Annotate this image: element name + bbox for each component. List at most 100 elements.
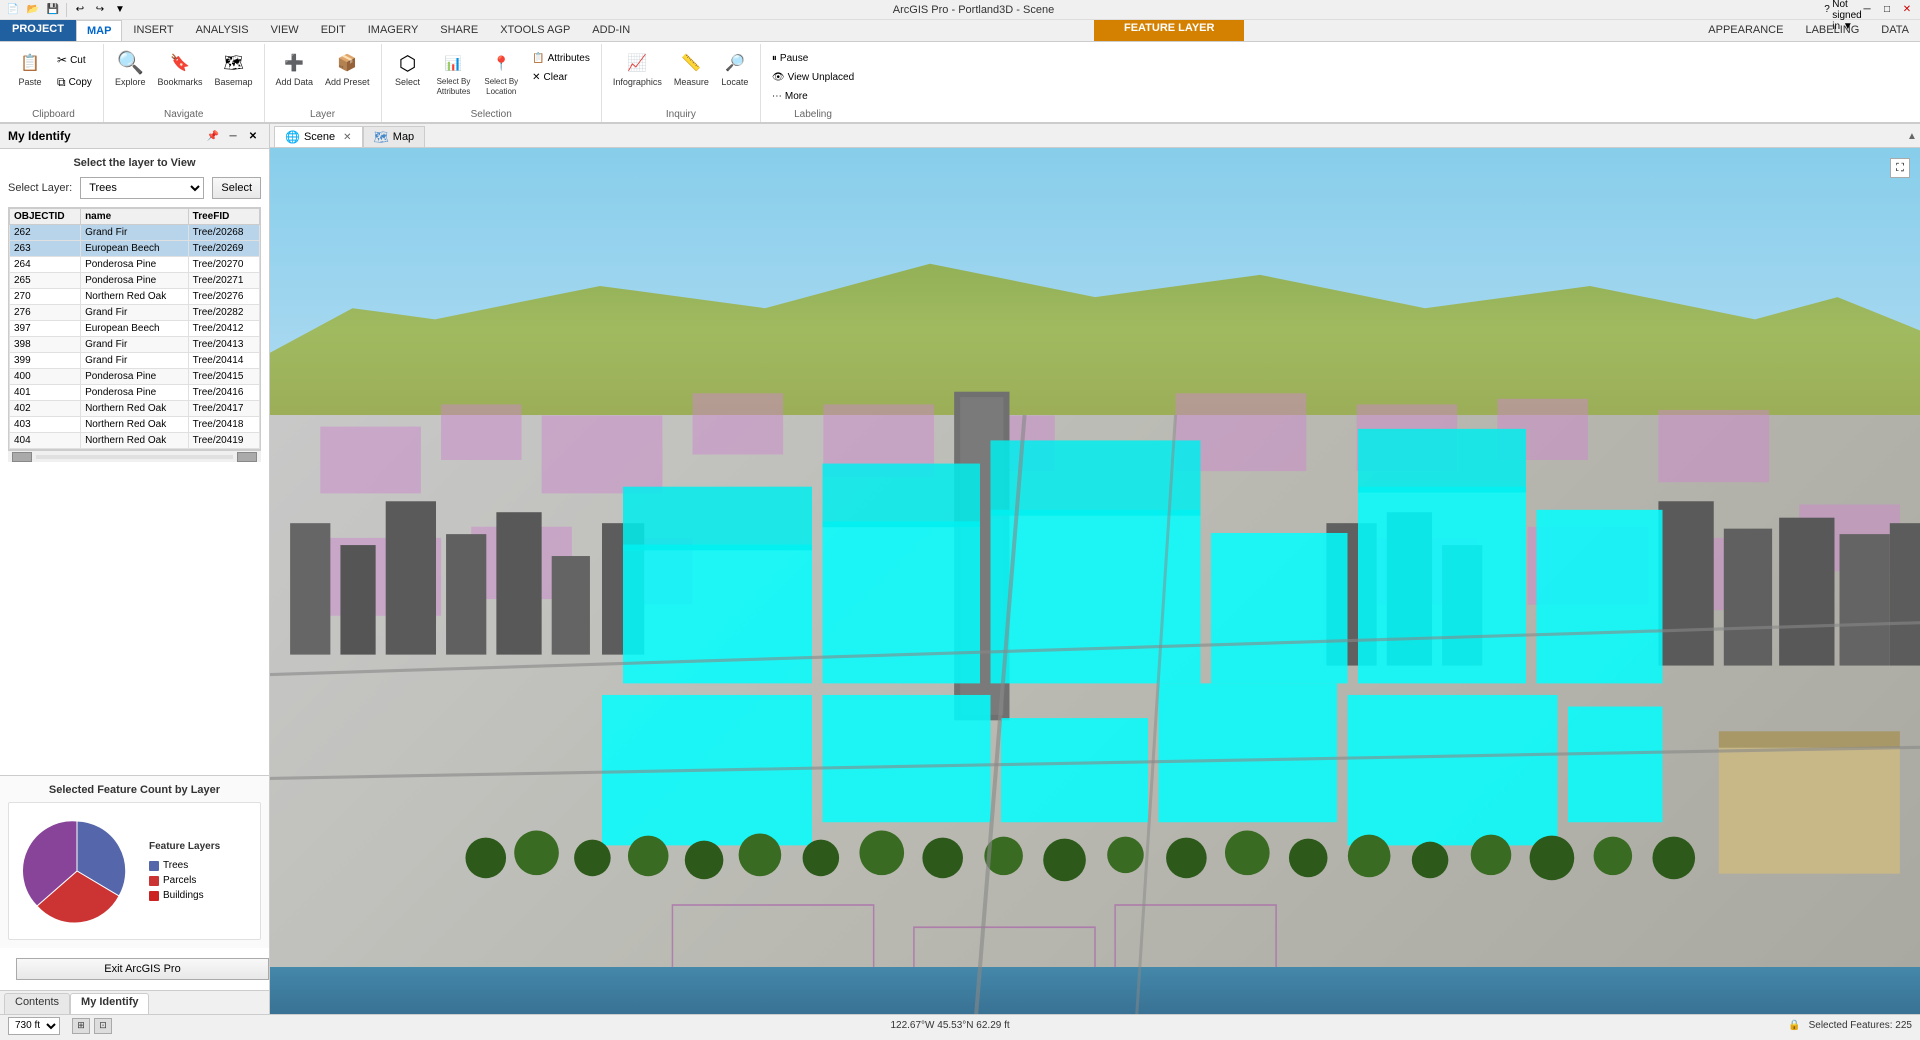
table-row[interactable]: 402Northern Red OakTree/20417 bbox=[10, 401, 260, 417]
select-layer-button[interactable]: Select bbox=[212, 177, 261, 199]
explore-btn[interactable]: 🔍 Explore bbox=[110, 46, 151, 91]
pin-btn[interactable]: 📌 bbox=[205, 128, 221, 144]
qat-undo-btn[interactable]: ↩ bbox=[71, 2, 89, 18]
cell-name: European Beech bbox=[81, 321, 189, 337]
tab-analysis[interactable]: ANALYSIS bbox=[185, 20, 260, 41]
tab-edit[interactable]: EDIT bbox=[310, 20, 357, 41]
attributes-icon: 📋 bbox=[532, 53, 544, 64]
cell-objectid: 401 bbox=[10, 385, 81, 401]
table-row[interactable]: 265Ponderosa PineTree/20271 bbox=[10, 273, 260, 289]
expand-map-btn[interactable]: ⛶ bbox=[1890, 158, 1910, 178]
layer-dropdown[interactable]: Trees Parcels Buildings bbox=[80, 177, 204, 199]
col-objectid[interactable]: OBJECTID bbox=[10, 209, 81, 225]
qat-customize-btn[interactable]: ▼ bbox=[111, 2, 129, 18]
infographics-btn[interactable]: 📈 Infographics bbox=[608, 46, 667, 91]
tab-contents[interactable]: Contents bbox=[4, 993, 70, 1014]
attributes-clear-group: 📋 Attributes ✕ Clear bbox=[527, 46, 595, 86]
bookmarks-btn[interactable]: 🔖 Bookmarks bbox=[152, 46, 207, 91]
tab-insert[interactable]: INSERT bbox=[122, 20, 184, 41]
table-row[interactable]: 262Grand FirTree/20268 bbox=[10, 225, 260, 241]
tab-map[interactable]: MAP bbox=[76, 20, 122, 41]
cell-treefid: Tree/20415 bbox=[188, 369, 259, 385]
table-row[interactable]: 264Ponderosa PineTree/20270 bbox=[10, 257, 260, 273]
select-btn[interactable]: ⬡ Select bbox=[388, 46, 428, 91]
map-expand-btn[interactable]: ▲ bbox=[1904, 126, 1920, 146]
copy-btn[interactable]: ⧉ Copy bbox=[52, 72, 97, 93]
tab-labeling[interactable]: LABELING bbox=[1794, 20, 1870, 41]
restore-btn[interactable]: □ bbox=[1878, 2, 1896, 18]
cell-name: Ponderosa Pine bbox=[81, 273, 189, 289]
scene-tab[interactable]: 🌐 Scene ✕ bbox=[274, 126, 363, 147]
tab-xtools[interactable]: XTOOLS AGP bbox=[489, 20, 581, 41]
table-row[interactable]: 397European BeechTree/20412 bbox=[10, 321, 260, 337]
pause-btn[interactable]: ⏸ Pause bbox=[767, 50, 859, 67]
qat-open-btn[interactable]: 📂 bbox=[24, 2, 42, 18]
minimize-btn[interactable]: ─ bbox=[1858, 2, 1876, 18]
table-row[interactable]: 263European BeechTree/20269 bbox=[10, 241, 260, 257]
tab-share[interactable]: SHARE bbox=[429, 20, 489, 41]
identify-panel: My Identify 📌 ─ ✕ Select the layer to Vi… bbox=[0, 124, 270, 1014]
clipboard-group: 📋 Paste ✂ Cut ⧉ Copy Clipboard bbox=[4, 44, 104, 122]
qat-new-btn[interactable]: 📄 bbox=[4, 2, 22, 18]
table-row[interactable]: 399Grand FirTree/20414 bbox=[10, 353, 260, 369]
tab-addon[interactable]: ADD-IN bbox=[581, 20, 641, 41]
map-tool-btn1[interactable]: ⊞ bbox=[72, 1018, 90, 1034]
quick-access-toolbar: 📄 📂 💾 ↩ ↪ ▼ ArcGIS Pro - Portland3D - Sc… bbox=[0, 0, 1920, 20]
table-row[interactable]: 398Grand FirTree/20413 bbox=[10, 337, 260, 353]
table-row[interactable]: 401Ponderosa PineTree/20416 bbox=[10, 385, 260, 401]
scene-tab-close[interactable]: ✕ bbox=[343, 132, 351, 143]
scene-view[interactable]: ⛶ bbox=[270, 148, 1920, 1014]
panel-minimize-btn[interactable]: ─ bbox=[225, 128, 241, 144]
cell-name: Grand Fir bbox=[81, 337, 189, 353]
map-tools: ⊞ ⊡ bbox=[72, 1018, 112, 1034]
scene-tab-label: Scene bbox=[304, 131, 335, 143]
selected-features-label: Selected Features: 225 bbox=[1809, 1020, 1912, 1031]
qat-save-btn[interactable]: 💾 bbox=[44, 2, 62, 18]
table-row[interactable]: 270Northern Red OakTree/20276 bbox=[10, 289, 260, 305]
measure-btn[interactable]: 📏 Measure bbox=[669, 46, 714, 91]
select-by-attrs-btn[interactable]: 📊 Select ByAttributes bbox=[432, 46, 476, 99]
map-tab[interactable]: 🗺 Map bbox=[363, 126, 426, 147]
scale-dropdown[interactable]: 730 ft bbox=[8, 1017, 60, 1035]
cell-treefid: Tree/20412 bbox=[188, 321, 259, 337]
select-by-loc-btn[interactable]: 📍 Select ByLocation bbox=[479, 46, 523, 99]
horizontal-scrollbar[interactable] bbox=[8, 450, 261, 462]
basemap-btn[interactable]: 🗺 Basemap bbox=[209, 46, 257, 91]
cell-objectid: 263 bbox=[10, 241, 81, 257]
col-name[interactable]: name bbox=[81, 209, 189, 225]
tab-data[interactable]: DATA bbox=[1870, 20, 1920, 41]
tab-imagery[interactable]: IMAGERY bbox=[357, 20, 430, 41]
locate-btn[interactable]: 🔎 Locate bbox=[716, 46, 754, 91]
qat-redo-btn[interactable]: ↪ bbox=[91, 2, 109, 18]
panel-close-btn[interactable]: ✕ bbox=[245, 128, 261, 144]
view-unplaced-btn[interactable]: 👁 View Unplaced bbox=[767, 69, 859, 86]
tab-my-identify[interactable]: My Identify bbox=[70, 993, 149, 1014]
tab-view[interactable]: VIEW bbox=[260, 20, 310, 41]
table-row[interactable]: 403Northern Red OakTree/20418 bbox=[10, 417, 260, 433]
map-tool-btn2[interactable]: ⊡ bbox=[94, 1018, 112, 1034]
more-btn[interactable]: ⋯ More bbox=[767, 88, 859, 105]
cut-btn[interactable]: ✂ Cut bbox=[52, 50, 97, 70]
measure-icon: 📏 bbox=[677, 49, 705, 77]
col-treefid[interactable]: TreeFID bbox=[188, 209, 259, 225]
add-preset-btn[interactable]: 📦 Add Preset bbox=[320, 46, 375, 91]
table-row[interactable]: 400Ponderosa PineTree/20415 bbox=[10, 369, 260, 385]
feature-layer-banner: FEATURE LAYER bbox=[1094, 20, 1244, 41]
tab-appearance[interactable]: APPEARANCE bbox=[1697, 20, 1794, 41]
tab-project[interactable]: PROJECT bbox=[0, 20, 76, 41]
close-btn[interactable]: ✕ bbox=[1898, 2, 1916, 18]
table-row[interactable]: 276Grand FirTree/20282 bbox=[10, 305, 260, 321]
legend-buildings: Buildings bbox=[149, 890, 220, 901]
navigate-group: 🔍 Explore 🔖 Bookmarks 🗺 Basemap Navigate bbox=[104, 44, 265, 122]
trees-label: Trees bbox=[163, 860, 188, 871]
table-row[interactable]: 404Northern Red OakTree/20419 bbox=[10, 433, 260, 449]
exit-arcgis-btn[interactable]: Exit ArcGIS Pro bbox=[16, 958, 269, 980]
clear-btn[interactable]: ✕ Clear bbox=[527, 69, 595, 86]
table-wrapper[interactable]: OBJECTID name TreeFID 262Grand FirTree/2… bbox=[8, 207, 261, 450]
account-btn[interactable]: 🔒 Not signed in ▼ bbox=[1838, 2, 1856, 18]
attributes-btn[interactable]: 📋 Attributes bbox=[527, 50, 595, 67]
add-data-btn[interactable]: ➕ Add Data bbox=[271, 46, 319, 91]
paste-btn[interactable]: 📋 Paste bbox=[10, 46, 50, 91]
cell-name: Ponderosa Pine bbox=[81, 257, 189, 273]
view-unplaced-icon: 👁 bbox=[772, 72, 785, 83]
